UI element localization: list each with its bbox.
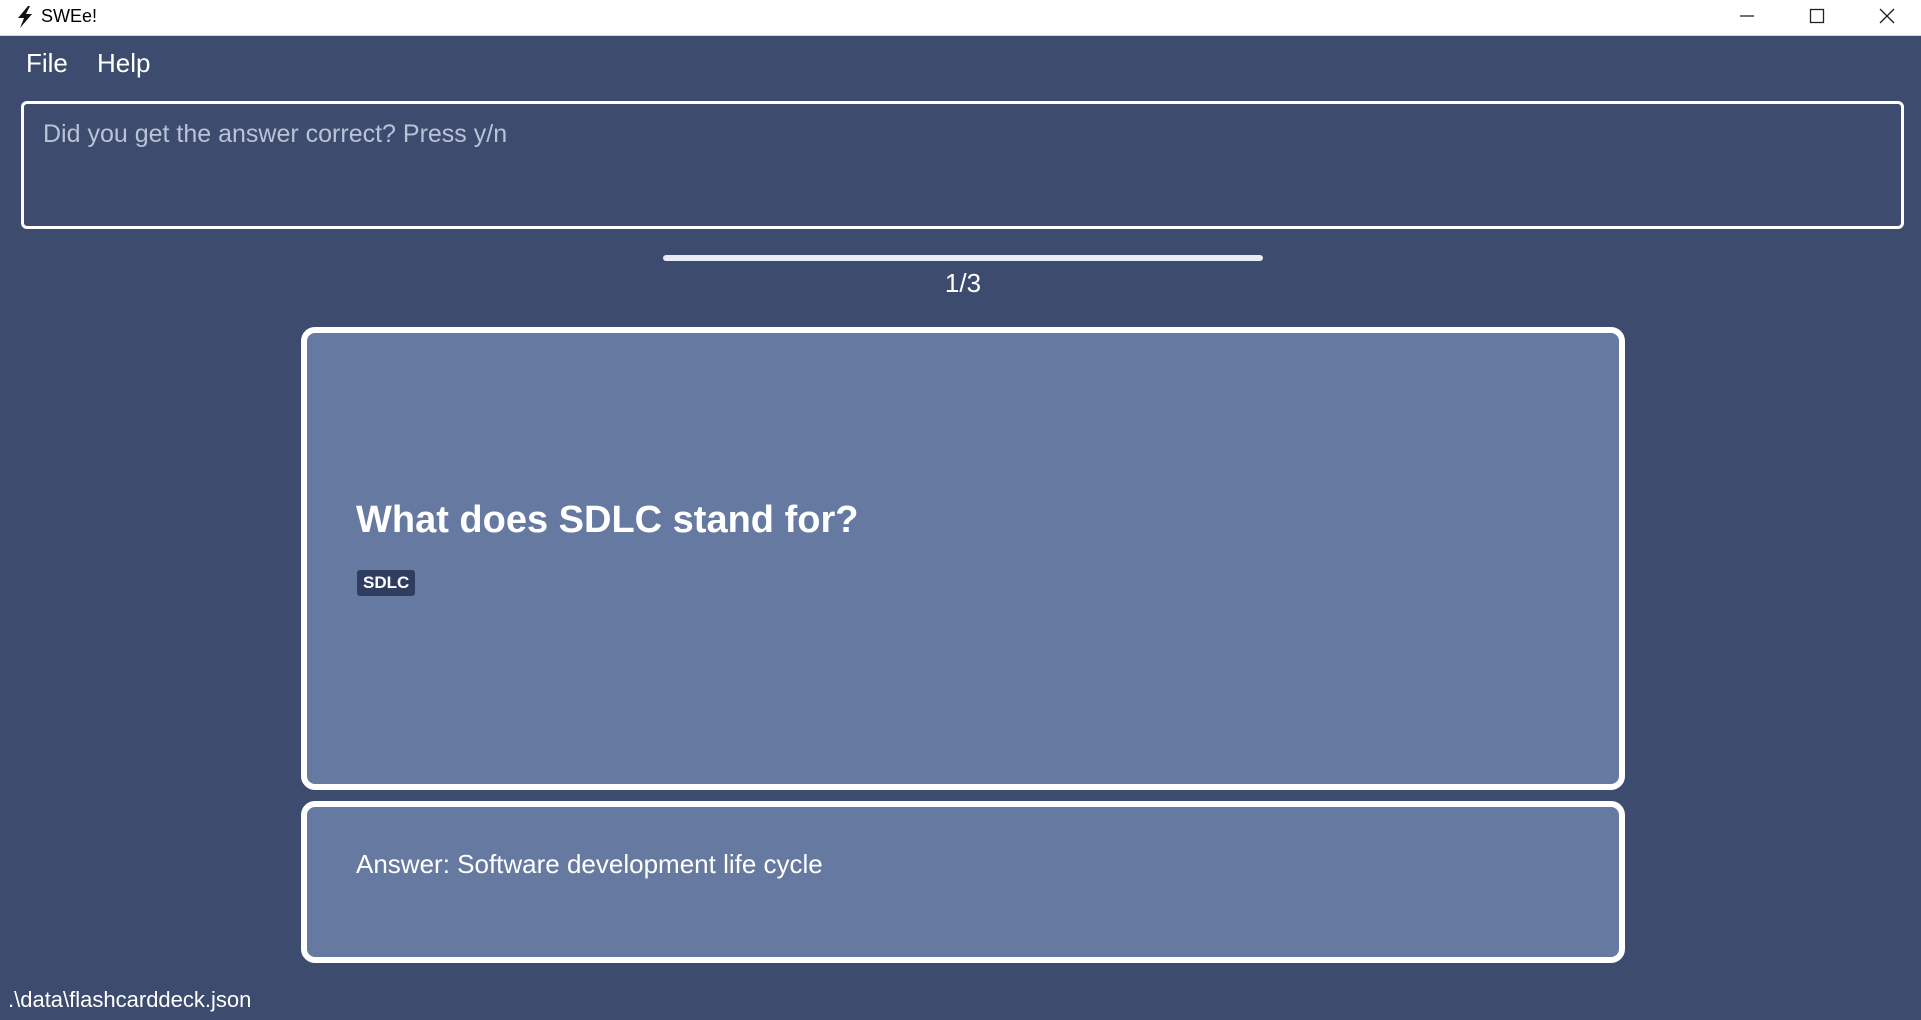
- title-bar[interactable]: SWEe!: [0, 0, 1921, 36]
- question-card: What does SDLC stand for? SDLC: [301, 327, 1625, 790]
- status-bar-file-path: .\data\flashcarddeck.json: [8, 987, 252, 1012]
- tag-badge: SDLC: [357, 570, 416, 596]
- menu-bar: File Help: [0, 36, 1921, 94]
- close-icon: [1879, 8, 1895, 24]
- answer-text: Answer: Software development life cycle: [356, 849, 823, 879]
- minimize-icon: [1740, 15, 1754, 17]
- maximize-button[interactable]: [1782, 0, 1852, 32]
- menu-file[interactable]: File: [22, 48, 72, 79]
- close-button[interactable]: [1852, 0, 1921, 32]
- menu-help[interactable]: Help: [93, 48, 154, 79]
- progress-bar-fill: [663, 255, 1263, 261]
- question-text: What does SDLC stand for?: [356, 499, 859, 541]
- window-title: SWEe!: [41, 6, 98, 26]
- command-result-text: Did you get the answer correct? Press y/…: [43, 120, 508, 148]
- progress-label: 1/3: [944, 268, 982, 298]
- command-result-box[interactable]: Did you get the answer correct? Press y/…: [21, 101, 1904, 229]
- minimize-button[interactable]: [1712, 0, 1782, 32]
- app-window: SWEe! File Help Did you get the answer c…: [0, 0, 1921, 1020]
- answer-card: Answer: Software development life cycle: [301, 801, 1625, 963]
- progress-bar: [663, 255, 1263, 261]
- maximize-icon: [1809, 8, 1825, 24]
- lightning-bolt-icon: [18, 6, 32, 28]
